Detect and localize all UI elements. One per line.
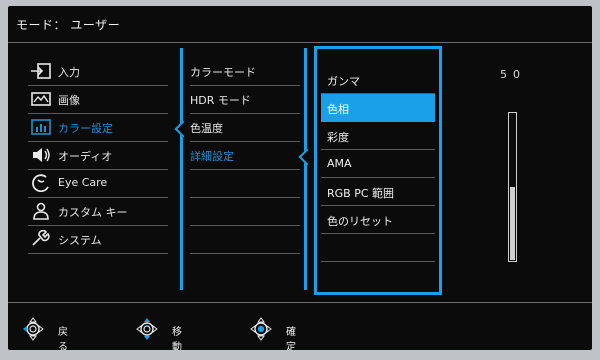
mode-label: モード： ユーザー	[16, 18, 121, 32]
wrench-icon	[32, 230, 50, 246]
dpad-center-icon	[250, 317, 272, 341]
detail-item-label: RGB PC 範囲	[327, 187, 395, 200]
main-menu-label: オーディオ	[58, 150, 113, 163]
chevron-left-icon	[174, 120, 192, 138]
main-menu-item-eye-care[interactable]: Eye Care	[28, 170, 168, 198]
main-menu-item-picture[interactable]: 画像	[28, 86, 168, 114]
detail-item-label: ガンマ	[327, 75, 360, 88]
speaker-icon	[33, 148, 50, 162]
sub-menu-label: カラーモード	[190, 66, 256, 79]
hint-back-label: 戻る	[58, 327, 68, 350]
eye-care-icon	[32, 174, 49, 192]
detail-item-color-reset[interactable]: 色のリセット	[321, 206, 435, 234]
sub-menu-item-hdr-mode[interactable]: HDR モード	[190, 86, 300, 114]
main-menu-label: カラー設定	[58, 122, 113, 135]
hint-move-label: 移動	[172, 327, 182, 350]
hue-value: 50	[500, 68, 526, 81]
detail-item-label: AMA	[327, 157, 352, 170]
dpad-left-icon	[23, 317, 44, 341]
main-menu-item-custom-key[interactable]: カスタム キー	[28, 198, 168, 226]
sub-menu-empty-row	[190, 170, 300, 198]
sub-menu-item-color-temperature[interactable]: 色温度	[190, 114, 300, 142]
header-divider	[8, 42, 592, 43]
sub-menu-empty-row	[190, 198, 300, 226]
detail-item-label: 色のリセット	[327, 215, 393, 228]
detail-item-gamma[interactable]: ガンマ	[321, 66, 435, 94]
main-menu-label: 入力	[58, 66, 80, 79]
sub-menu-divider	[304, 48, 307, 290]
detail-panel: ガンマ 色相 彩度 AMA RGB PC 範囲 色のリセット	[314, 46, 442, 295]
hint-confirm-label: 確定	[286, 327, 296, 350]
footer-divider	[8, 302, 592, 303]
osd-menu: モード： ユーザー 入力 画像 カラー設定 オーディオ Eye Care カスタ…	[8, 6, 592, 350]
main-menu-divider	[180, 48, 183, 290]
color-settings-icon	[31, 119, 51, 135]
sub-menu-label: HDR モード	[190, 94, 251, 107]
main-menu-label: Eye Care	[58, 176, 108, 189]
detail-item-label: 色相	[327, 103, 349, 116]
main-menu-item-audio[interactable]: オーディオ	[28, 142, 168, 170]
detail-item-saturation[interactable]: 彩度	[321, 122, 435, 150]
sub-menu-empty-row	[190, 226, 300, 254]
main-menu-item-input[interactable]: 入力	[28, 58, 168, 86]
main-menu-label: カスタム キー	[58, 206, 128, 219]
chevron-left-icon	[298, 148, 316, 166]
mode-bar: モード： ユーザー	[8, 6, 592, 42]
detail-item-label: 彩度	[327, 131, 349, 144]
main-menu-item-color-settings[interactable]: カラー設定	[28, 114, 168, 142]
detail-item-rgb-pc-range[interactable]: RGB PC 範囲	[321, 178, 435, 206]
detail-item-hue[interactable]: 色相	[321, 94, 435, 122]
picture-icon	[31, 92, 51, 106]
dpad-up-down-icon	[136, 318, 158, 340]
main-menu-label: システム	[58, 234, 102, 247]
sub-menu-item-color-mode[interactable]: カラーモード	[190, 58, 300, 86]
person-icon	[33, 202, 49, 220]
sub-menu-label: 詳細設定	[190, 150, 234, 163]
sub-menu-item-advanced[interactable]: 詳細設定	[190, 142, 300, 170]
input-icon	[31, 63, 51, 79]
detail-item-ama[interactable]: AMA	[321, 150, 435, 178]
hue-slider[interactable]	[508, 112, 517, 262]
main-menu-item-system[interactable]: システム	[28, 226, 168, 254]
main-menu-label: 画像	[58, 94, 80, 107]
slider-fill	[510, 187, 515, 260]
sub-menu-label: 色温度	[190, 122, 223, 135]
detail-empty-row	[321, 234, 435, 262]
